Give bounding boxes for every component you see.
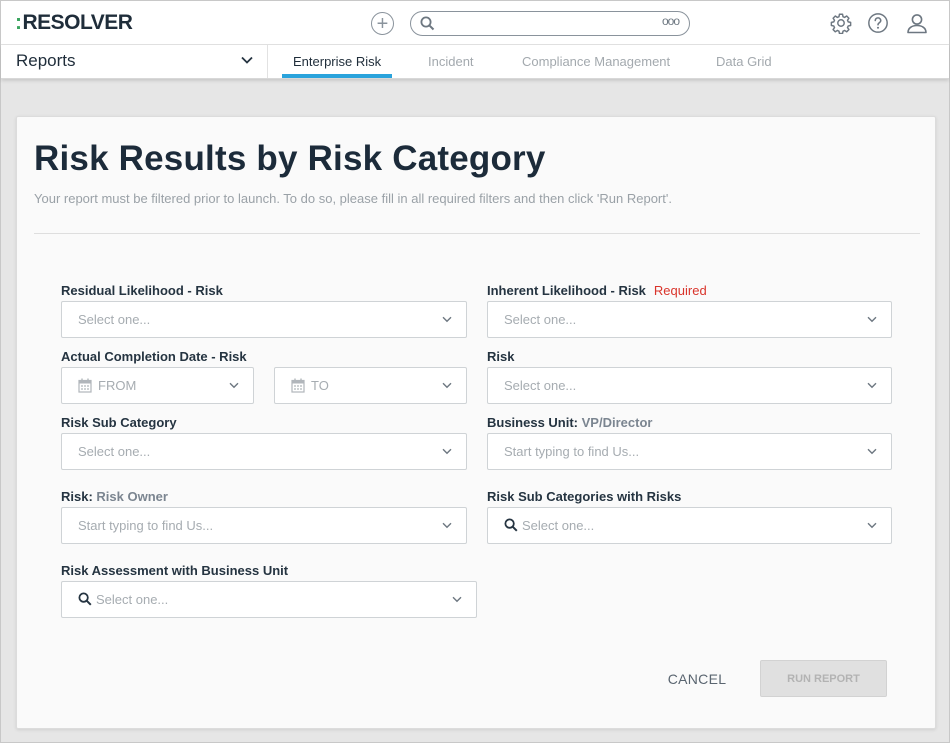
- gear-icon[interactable]: [829, 11, 853, 35]
- logo-text: RESOLVER: [22, 11, 133, 34]
- chevron-down-icon: [442, 316, 452, 323]
- resolver-logo[interactable]: :RESOLVER: [15, 11, 133, 35]
- select-placeholder: Select one...: [504, 378, 577, 393]
- select-placeholder: Select one...: [504, 312, 577, 327]
- inherent-likelihood-label: Inherent Likelihood - Risk Required: [487, 283, 707, 298]
- risk-sub-categories-with-risks-label: Risk Sub Categories with Risks: [487, 489, 682, 504]
- top-bar: :RESOLVER + ooo: [1, 1, 949, 45]
- actual-completion-date-label: Actual Completion Date - Risk: [61, 349, 247, 364]
- nav-row: Reports Enterprise Risk Incident Complia…: [1, 45, 949, 79]
- logo-prefix: :: [15, 11, 22, 34]
- reports-label: Reports: [16, 51, 76, 70]
- chevron-down-icon: [867, 382, 877, 389]
- chevron-down-icon: [867, 522, 877, 529]
- residual-likelihood-label: Residual Likelihood - Risk: [61, 283, 223, 298]
- tab-incident[interactable]: Incident: [428, 54, 474, 69]
- chevron-down-icon: [452, 596, 462, 603]
- calendar-icon: [291, 378, 305, 393]
- plus-circle-icon[interactable]: +: [371, 12, 394, 35]
- business-unit-label: Business Unit: VP/Director: [487, 415, 653, 430]
- reports-dropdown[interactable]: Reports: [1, 45, 268, 78]
- risk-sub-category-select[interactable]: Select one...: [61, 433, 467, 470]
- tab-data-grid[interactable]: Data Grid: [716, 54, 772, 69]
- run-report-button[interactable]: RUN REPORT: [760, 660, 887, 697]
- search-input[interactable]: [441, 15, 651, 32]
- chevron-down-icon: [442, 522, 452, 529]
- risk-assessment-select[interactable]: Select one...: [61, 581, 477, 618]
- chevron-down-icon: [867, 448, 877, 455]
- chevron-down-icon: [867, 316, 877, 323]
- select-placeholder: Select one...: [78, 312, 151, 327]
- lookup-placeholder: Start typing to find Us...: [504, 444, 640, 459]
- inherent-likelihood-select[interactable]: Select one...: [487, 301, 892, 338]
- cancel-button[interactable]: CANCEL: [657, 661, 737, 697]
- date-from-picker[interactable]: FROM: [61, 367, 254, 404]
- tab-enterprise-risk[interactable]: Enterprise Risk: [293, 54, 381, 69]
- select-placeholder: Select one...: [78, 444, 151, 459]
- date-to-picker[interactable]: TO: [274, 367, 467, 404]
- active-tab-indicator: [282, 74, 392, 78]
- risk-owner-lookup[interactable]: Start typing to find Us...: [61, 507, 467, 544]
- chevron-down-icon: [442, 448, 452, 455]
- date-to-placeholder: TO: [311, 378, 329, 393]
- business-unit-lookup[interactable]: Start typing to find Us...: [487, 433, 892, 470]
- risk-sub-categories-with-risks-select[interactable]: Select one...: [487, 507, 892, 544]
- chevron-down-icon: [442, 382, 452, 389]
- risk-sub-category-label: Risk Sub Category: [61, 415, 177, 430]
- date-from-placeholder: FROM: [98, 378, 137, 393]
- lookup-placeholder: Start typing to find Us...: [78, 518, 214, 533]
- chevron-down-icon: [229, 382, 239, 389]
- user-icon[interactable]: [905, 11, 929, 35]
- page-subtitle: Your report must be filtered prior to la…: [34, 191, 672, 206]
- calendar-icon: [78, 378, 92, 393]
- divider: [34, 233, 920, 234]
- risk-owner-label: Risk: Risk Owner: [61, 489, 168, 504]
- more-dots-icon[interactable]: ooo: [662, 14, 680, 28]
- select-placeholder: Select one...: [522, 518, 595, 533]
- risk-assessment-label: Risk Assessment with Business Unit: [61, 563, 289, 578]
- global-search[interactable]: ooo: [410, 11, 690, 36]
- residual-likelihood-select[interactable]: Select one...: [61, 301, 467, 338]
- chevron-down-icon: [241, 56, 253, 64]
- risk-select[interactable]: Select one...: [487, 367, 892, 404]
- select-placeholder: Select one...: [96, 592, 169, 607]
- tab-compliance-management[interactable]: Compliance Management: [522, 54, 670, 69]
- risk-label: Risk: [487, 349, 515, 364]
- help-icon[interactable]: [866, 11, 890, 35]
- search-icon: [78, 592, 92, 606]
- report-filter-card: Risk Results by Risk Category Your repor…: [16, 116, 936, 729]
- search-icon: [504, 518, 518, 532]
- page-title: Risk Results by Risk Category: [34, 139, 546, 178]
- required-indicator: Required: [653, 283, 707, 298]
- search-icon: [420, 16, 435, 31]
